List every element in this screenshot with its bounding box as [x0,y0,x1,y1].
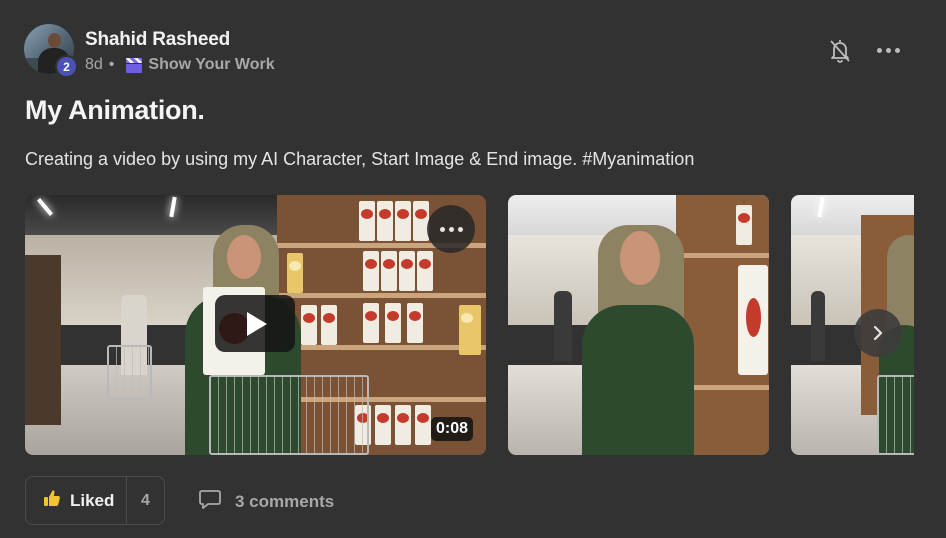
post-title: My Animation. [25,95,205,125]
bell-off-icon[interactable] [828,38,852,64]
like-group: Liked 4 [25,476,165,525]
author-name[interactable]: Shahid Rasheed [85,29,230,51]
media-carousel: 0:08 [25,195,914,455]
chevron-right-icon[interactable] [854,309,902,357]
author-avatar[interactable]: 2 [24,24,78,78]
like-count[interactable]: 4 [127,477,164,524]
comments-button[interactable]: 3 comments [198,488,334,515]
thumbs-up-icon [43,489,61,512]
meta-separator: • [108,56,115,73]
post-meta: 8d • Show Your Work [85,56,275,74]
like-label: Liked [70,490,115,510]
comment-icon [198,488,222,515]
more-options-icon[interactable] [877,43,901,57]
post-card: 2 Shahid Rasheed 8d • Show Your Work My … [0,0,946,538]
video-duration: 0:08 [431,417,474,441]
clapperboard-icon [126,57,143,73]
comments-label: 3 comments [235,491,335,511]
video-thumbnail[interactable]: 0:08 [25,195,486,455]
post-category[interactable]: Show Your Work [148,56,274,74]
post-body: Creating a video by using my AI Characte… [25,149,695,169]
post-age: 8d [85,56,103,73]
image-thumbnail[interactable] [508,195,769,455]
media-more-icon[interactable] [427,205,475,253]
like-button[interactable]: Liked [26,477,127,524]
play-icon[interactable] [215,295,295,352]
level-badge: 2 [55,55,78,78]
